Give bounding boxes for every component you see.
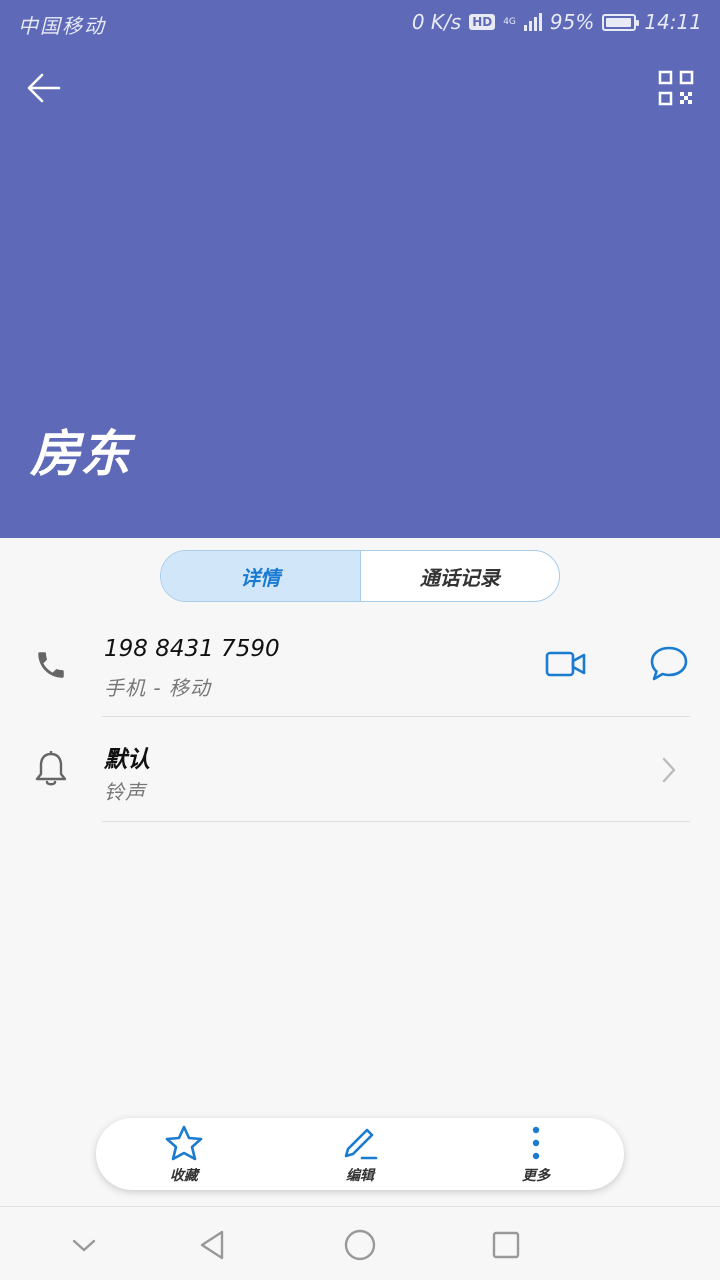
phone-type: 手机 - 移动 <box>104 676 211 700</box>
ringtone-row[interactable]: 默认 铃声 <box>0 720 720 820</box>
battery-percent: 95% <box>549 10 595 34</box>
more-button[interactable]: 更多 <box>448 1118 624 1190</box>
phone-number-row[interactable]: 198 8431 7590 手机 - 移动 <box>0 616 720 716</box>
network-type: 4G <box>503 16 516 27</box>
edit-icon <box>344 1128 378 1159</box>
ringtone-chevron[interactable] <box>643 744 695 796</box>
battery-icon <box>602 13 640 31</box>
favorite-label: 收藏 <box>170 1167 198 1184</box>
battery-fill <box>606 17 632 27</box>
hide-nav-button[interactable] <box>60 1221 108 1269</box>
message-icon <box>650 646 688 681</box>
tab-details[interactable]: 详情 <box>161 551 361 601</box>
signal-icon <box>523 13 542 31</box>
bell-icon <box>30 748 72 790</box>
arrow-left-icon <box>27 73 61 103</box>
contact-name: 房东 <box>30 424 130 483</box>
nav-home-button[interactable] <box>336 1221 384 1269</box>
network-speed: 0 K/s <box>411 10 462 34</box>
qr-code-button[interactable] <box>654 66 698 110</box>
status-right: 0 K/s HD 4G 95% 14:11 <box>412 10 702 34</box>
contact-header: 中国移动 0 K/s HD 4G 95% 14:11 房东 <box>0 0 720 538</box>
detail-tabs: 详情 通话记录 <box>160 550 560 602</box>
recents-square-icon <box>492 1231 520 1259</box>
more-label: 更多 <box>522 1167 550 1184</box>
phone-icon <box>30 644 72 686</box>
chevron-down-icon <box>72 1239 96 1252</box>
bottom-action-bar: 收藏 编辑 更多 <box>96 1118 624 1190</box>
clock: 14:11 <box>644 10 702 34</box>
tab-call-log[interactable]: 通话记录 <box>361 551 560 601</box>
ringtone-value: 默认 <box>104 747 150 773</box>
ringtone-label: 铃声 <box>104 780 146 804</box>
edit-button[interactable]: 编辑 <box>272 1118 448 1190</box>
nav-back-button[interactable] <box>188 1221 236 1269</box>
back-triangle-icon <box>200 1230 224 1260</box>
back-button[interactable] <box>22 66 66 110</box>
video-call-button[interactable] <box>540 638 592 690</box>
nav-recents-button[interactable] <box>482 1221 530 1269</box>
more-vertical-icon <box>532 1126 540 1159</box>
status-bar: 中国移动 0 K/s HD 4G 95% 14:11 <box>0 0 720 48</box>
favorite-button[interactable]: 收藏 <box>96 1118 272 1190</box>
carrier-name: 中国移动 <box>18 14 106 38</box>
qr-code-icon <box>658 70 694 106</box>
video-call-icon <box>545 651 586 677</box>
star-icon <box>165 1125 203 1160</box>
chevron-right-icon <box>662 757 676 783</box>
phone-number[interactable]: 198 8431 7590 <box>104 636 280 662</box>
hd-badge: HD <box>469 14 496 30</box>
row-divider <box>102 716 690 717</box>
system-nav-bar <box>0 1206 720 1280</box>
edit-label: 编辑 <box>346 1167 374 1184</box>
row-divider <box>102 821 690 822</box>
send-message-button[interactable] <box>643 638 695 690</box>
home-circle-icon <box>344 1229 376 1261</box>
